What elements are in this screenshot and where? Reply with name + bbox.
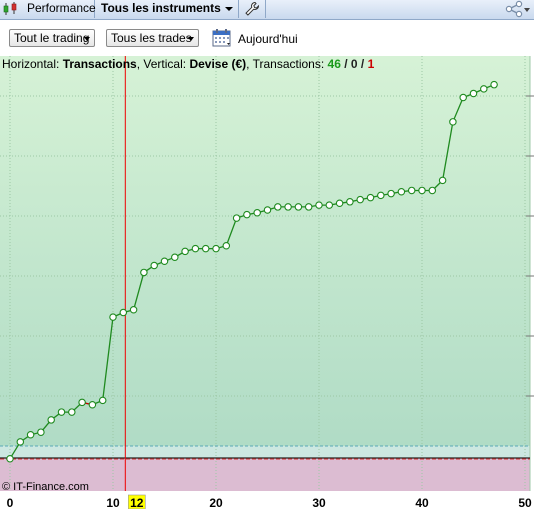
transactions-loss: 1 [367, 57, 375, 71]
data-point [160, 257, 169, 266]
tab-instruments[interactable]: Tous les instruments [95, 0, 239, 18]
data-point [37, 428, 45, 436]
sep-2: / [357, 57, 368, 71]
trades-filter-select[interactable]: Tous les trades [106, 29, 199, 47]
data-point [335, 199, 344, 208]
tab-bar: Performance Tous les instruments [0, 0, 534, 20]
data-point [26, 431, 35, 439]
copyright-text: © IT-Finance.com [2, 481, 89, 493]
data-point [47, 416, 55, 424]
data-point [469, 89, 478, 98]
chart-info-bar: Horizontal: Transactions, Vertical: Devi… [2, 57, 374, 71]
data-point [243, 210, 251, 219]
sep-1: / [340, 57, 351, 71]
data-point [490, 80, 498, 89]
band-area [0, 446, 530, 458]
x-tick-label: 0 [7, 496, 14, 509]
data-point [346, 198, 354, 206]
data-point [356, 195, 364, 204]
data-point [304, 203, 313, 211]
horizontal-label: Horizontal: [2, 57, 60, 71]
chevron-down-icon [225, 7, 233, 11]
data-point [284, 203, 292, 211]
data-point [98, 396, 107, 405]
data-point [449, 118, 457, 126]
data-point [57, 408, 66, 416]
data-point [407, 186, 416, 195]
x-tick-label: 20 [209, 496, 223, 509]
data-point [222, 241, 231, 250]
profit-area [0, 56, 530, 458]
chevron-down-icon [84, 37, 90, 41]
data-point [459, 93, 467, 102]
cursor-label: 12 [130, 496, 144, 509]
equity-chart: 0 10 20 30 40 5012 [0, 56, 534, 509]
data-point [232, 214, 241, 222]
data-point [428, 186, 437, 195]
data-point [418, 186, 426, 195]
data-point [78, 398, 86, 407]
transactions-flat: 0 [350, 57, 358, 71]
data-point [119, 308, 128, 317]
wrench-icon [245, 1, 260, 16]
trading-filter-select[interactable]: Tout le trading [9, 29, 95, 47]
data-point [397, 187, 406, 196]
calendar-icon[interactable] [212, 28, 233, 48]
data-point [387, 189, 395, 198]
chevron-down-icon [188, 37, 194, 41]
trading-filter-value: Tout le trading [14, 31, 90, 45]
tab-performance[interactable]: Performance [0, 0, 96, 18]
data-point [294, 203, 303, 211]
data-point [253, 209, 261, 217]
data-point [377, 191, 385, 200]
vertical-value: Devise (€) [189, 57, 247, 71]
transactions-count: 46 [327, 57, 341, 71]
data-point [212, 244, 220, 253]
data-point [129, 306, 138, 314]
data-point [315, 201, 323, 209]
data-point [140, 268, 148, 277]
transactions-label: , Transactions: [246, 57, 325, 71]
data-point [88, 400, 97, 409]
data-point [191, 244, 200, 253]
data-point [480, 85, 488, 93]
settings-tool-button[interactable] [239, 0, 266, 18]
x-tick-label: 10 [106, 496, 120, 509]
tab-instruments-label: Tous les instruments [101, 1, 221, 15]
vertical-label: , Vertical: [136, 57, 187, 71]
data-point [274, 203, 282, 211]
today-button[interactable]: Aujourd'hui [238, 32, 298, 46]
data-point [6, 454, 14, 463]
data-point [438, 176, 447, 185]
data-point [150, 261, 158, 270]
data-point [109, 313, 117, 321]
data-point [366, 193, 375, 202]
data-point [201, 244, 210, 253]
data-point [263, 206, 272, 214]
data-point [68, 408, 76, 416]
x-tick-label: 30 [312, 496, 326, 509]
x-tick-label: 40 [415, 496, 429, 509]
share-icon[interactable] [504, 0, 526, 18]
x-tick-label: 50 [518, 496, 532, 509]
share-dropdown-icon [524, 8, 530, 12]
candlestick-icon [3, 2, 17, 15]
trades-filter-value: Tous les trades [111, 31, 192, 45]
data-point [171, 253, 179, 261]
tab-performance-label: Performance [27, 1, 96, 15]
data-point [181, 247, 189, 256]
horizontal-value: Transactions [62, 57, 137, 71]
data-point [325, 201, 334, 209]
data-point [16, 438, 25, 446]
